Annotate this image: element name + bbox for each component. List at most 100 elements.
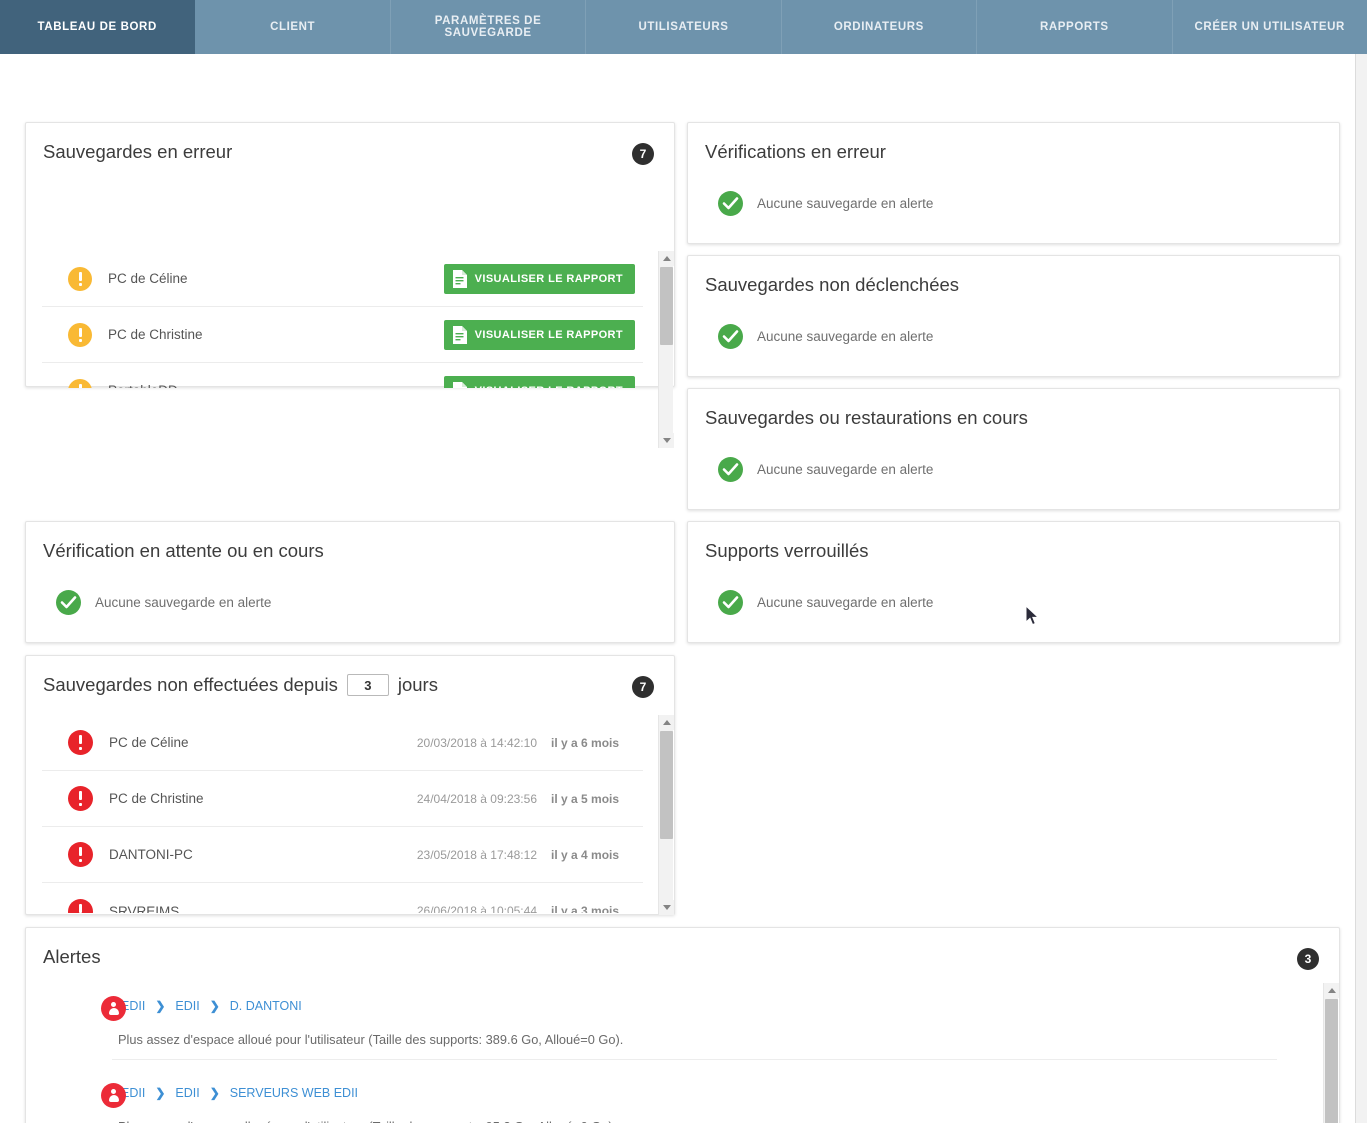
tab-label: TABLEAU DE BORD (37, 21, 157, 33)
list-item[interactable]: EDII ❯ EDII ❯ D. DANTONI Plus assez d'es… (26, 983, 1307, 1070)
card-title: Vérifications en erreur (688, 123, 1339, 163)
user-alert-icon (101, 1083, 126, 1108)
tab-rapports[interactable]: RAPPORTS (977, 0, 1173, 54)
empty-state-text: Aucune sauvegarde en alerte (757, 462, 934, 477)
computer-name: SRVREIMS (109, 903, 180, 914)
relative-time: il y a 6 mois (551, 735, 620, 750)
scrollbar-thumb[interactable] (660, 267, 673, 345)
breadcrumb-link-3[interactable]: SERVEURS WEB EDII (230, 1086, 358, 1100)
card-sauvegardes-non-declenchees: Sauvegardes non déclenchées Aucune sauve… (687, 255, 1340, 377)
card-title-text: Sauvegardes en erreur (43, 141, 233, 162)
empty-state: Aucune sauvegarde en alerte (688, 429, 1339, 482)
page-scrollbar[interactable] (1355, 54, 1367, 1123)
error-icon (68, 898, 93, 913)
tab-label: CLIENT (270, 21, 316, 33)
tab-parametres-de-sauvegarde[interactable]: PARAMÈTRES DE SAUVEGARDE (390, 0, 587, 54)
table-row[interactable]: PC de Céline VISUALISER LE RAPPORT (42, 251, 643, 307)
warning-icon (68, 266, 92, 291)
empty-state-text: Aucune sauvegarde en alerte (757, 196, 934, 211)
computer-name: PC de Céline (109, 735, 189, 750)
button-label: VISUALISER LE RAPPORT (474, 328, 623, 341)
document-icon (452, 381, 467, 388)
breadcrumb-link-2[interactable]: EDII (175, 999, 199, 1013)
empty-state: Aucune sauvegarde en alerte (26, 562, 674, 615)
relative-time: il y a 4 mois (551, 847, 620, 862)
days-input[interactable] (346, 674, 389, 696)
tab-label: ORDINATEURS (833, 21, 924, 33)
breadcrumb-link-3[interactable]: D. DANTONI (230, 999, 302, 1013)
scroll-up-arrow-icon[interactable] (1324, 983, 1339, 998)
chevron-right-icon: ❯ (209, 1086, 220, 1100)
tab-utilisateurs[interactable]: UTILISATEURS (586, 0, 782, 54)
button-label: VISUALISER LE RAPPORT (475, 385, 623, 389)
scroll-up-arrow-icon[interactable] (659, 715, 674, 730)
scroll-down-arrow-icon[interactable] (659, 433, 674, 448)
chevron-right-icon: ❯ (155, 999, 166, 1013)
computer-name: PC de Christine (108, 327, 203, 342)
check-circle-icon (718, 457, 743, 482)
visualiser-le-rapport-button[interactable]: VISUALISER LE RAPPORT (443, 263, 635, 294)
visualiser-le-rapport-button[interactable]: VISUALISER LE RAPPORT (443, 375, 635, 389)
backups-error-list: PC de Céline VISUALISER LE RAPPORT PC de… (42, 251, 643, 388)
empty-state: Aucune sauvegarde en alerte (688, 163, 1339, 216)
computer-name: PortableDD (92, 383, 444, 388)
empty-state-text: Aucune sauvegarde en alerte (95, 595, 272, 610)
scroll-down-arrow-icon[interactable] (659, 900, 674, 915)
tab-ordinateurs[interactable]: ORDINATEURS (781, 0, 978, 54)
warning-icon (68, 378, 92, 388)
visualiser-le-rapport-button[interactable]: VISUALISER LE RAPPORT (443, 319, 635, 350)
scrollbar-thumb[interactable] (1325, 999, 1338, 1123)
last-backup-date: 24/04/2018 à 09:23:56 (416, 791, 537, 806)
days-unit-label: jours (397, 674, 438, 695)
backups-not-done-rows: PC de Céline 20/03/2018 à 14:42:10 il y … (42, 715, 643, 913)
table-row[interactable]: PortableDD VISUALISER LE RAPPORT (42, 363, 643, 388)
check-circle-icon (718, 324, 743, 349)
tab-label: RAPPORTS (1039, 21, 1109, 33)
last-backup-date: 23/05/2018 à 17:48:12 (416, 847, 537, 862)
card-title: Sauvegardes en erreur (26, 123, 674, 163)
scrollbar-thumb[interactable] (660, 731, 673, 839)
card-title: Vérification en attente ou en cours (26, 522, 674, 562)
document-icon (452, 325, 467, 344)
list-item[interactable]: EDII ❯ EDII ❯ SERVEURS WEB EDII Plus ass… (26, 1070, 1307, 1123)
card-verification-en-attente: Vérification en attente ou en cours Aucu… (25, 521, 675, 643)
alert-message: Plus assez d'espace alloué pour l'utilis… (82, 1100, 1307, 1123)
card-title: Sauvegardes ou restaurations en cours (688, 389, 1339, 429)
check-circle-icon (718, 590, 743, 615)
table-row[interactable]: PC de Christine 24/04/2018 à 09:23:56 il… (42, 771, 643, 827)
card-sauvegardes-ou-restaurations-en-cours: Sauvegardes ou restaurations en cours Au… (687, 388, 1340, 510)
error-icon (68, 730, 93, 755)
computer-name: PC de Christine (109, 791, 204, 806)
alerts-scrollbar[interactable] (1323, 983, 1339, 1123)
empty-state-text: Aucune sauvegarde en alerte (757, 595, 934, 610)
table-row[interactable]: DANTONI-PC 23/05/2018 à 17:48:12 il y a … (42, 827, 643, 883)
card-title: Sauvegardes non déclenchées (688, 256, 1339, 296)
last-backup-date: 20/03/2018 à 14:42:10 (416, 735, 537, 750)
card-sauvegardes-en-erreur: Sauvegardes en erreur 7 PC de Céline VIS… (25, 122, 675, 448)
relative-time: il y a 3 mois (551, 904, 620, 913)
tab-client[interactable]: CLIENT (195, 0, 391, 54)
status-badge: 7 (632, 676, 654, 698)
document-icon (452, 269, 467, 288)
breadcrumb-link-2[interactable]: EDII (175, 1086, 199, 1100)
card-title-text: Vérification en attente ou en cours (43, 540, 324, 561)
card-supports-verrouilles: Supports verrouillés Aucune sauvegarde e… (687, 521, 1340, 643)
card-title: Supports verrouillés (688, 522, 1339, 562)
table-row[interactable]: PC de Céline 20/03/2018 à 14:42:10 il y … (42, 715, 643, 771)
error-icon (68, 786, 93, 811)
alert-breadcrumb: EDII ❯ EDII ❯ D. DANTONI (82, 999, 1307, 1013)
last-backup-date: 26/06/2018 à 10:05:44 (416, 904, 537, 913)
button-label: VISUALISER LE RAPPORT (474, 272, 623, 285)
table-row[interactable]: PC de Christine VISUALISER LE RAPPORT (42, 307, 643, 363)
tab-tableau-de-bord[interactable]: TABLEAU DE BORD (0, 0, 196, 54)
card-title: Sauvegardes non effectuées depuis jours (26, 656, 674, 696)
tab-creer-un-utilisateur[interactable]: CRÉER UN UTILISATEUR (1172, 0, 1367, 54)
card-title-text: Supports verrouillés (705, 540, 869, 561)
chevron-right-icon: ❯ (155, 1086, 166, 1100)
backups-error-scrollbar[interactable] (658, 251, 674, 448)
empty-state: Aucune sauvegarde en alerte (688, 296, 1339, 349)
alert-message: Plus assez d'espace alloué pour l'utilis… (118, 1032, 624, 1047)
scroll-up-arrow-icon[interactable] (659, 251, 674, 266)
backups-not-done-scrollbar[interactable] (658, 715, 674, 915)
table-row[interactable]: SRVREIMS 26/06/2018 à 10:05:44 il y a 3 … (42, 883, 643, 913)
